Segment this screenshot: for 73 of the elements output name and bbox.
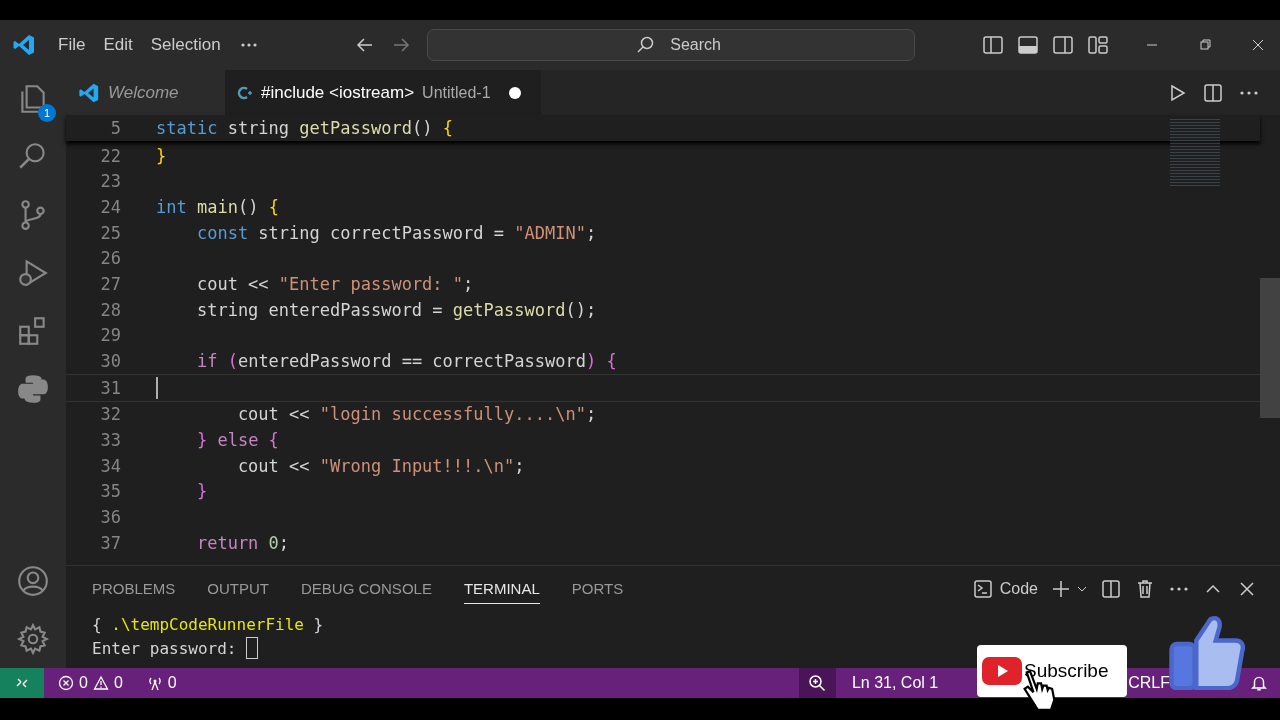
panel-tab[interactable]: OUTPUT [207,574,270,604]
play-logo-icon [982,657,1022,685]
unsaved-dot [508,86,521,99]
text-cursor [156,376,158,399]
subscribe-badge: Subscribe [977,645,1127,697]
error-icon [58,675,74,691]
editor-tab[interactable]: #include <iostream> Untitled-1 [225,70,541,115]
code-line: static string getPassword() { [156,117,453,138]
app-logo-icon [78,81,100,104]
line-number: 5 [109,117,121,138]
line-number: 22 [99,145,121,166]
line-number: 34 [99,455,121,476]
settings-icon[interactable] [16,622,50,656]
code-line: } else { [195,430,279,451]
cursor-position[interactable]: Ln 31, Col 1 [851,674,939,692]
line-number: 31 [99,377,121,398]
zoom-in-icon [808,674,827,692]
split-editor-icon[interactable] [1202,81,1224,104]
python-icon[interactable] [16,372,50,406]
code-line: int main() { [156,196,279,217]
code-line: return 0; [195,532,290,553]
terminal-icon [971,578,994,600]
terminal-line: Enter password: [92,638,238,658]
line-number: 25 [99,222,121,243]
line-number: 29 [99,325,121,346]
panel-toggle-icon[interactable] [1017,34,1039,56]
terminal-name[interactable]: Code [999,580,1038,598]
menu-item[interactable]: Selection [150,35,221,55]
layout-icon[interactable] [1087,34,1109,56]
ports-button[interactable]: 0 [146,674,177,692]
split-terminal-icon[interactable] [1100,578,1122,600]
line-number: 35 [99,481,121,502]
panel-tab[interactable]: PORTS [571,574,624,604]
line-number: 23 [99,171,121,192]
line-number: 30 [99,351,121,372]
code-line: } [195,481,208,502]
line-number: 26 [99,248,121,269]
bell-icon[interactable] [1250,674,1268,692]
panel-tab[interactable]: DEBUG CONSOLE [301,574,432,604]
editor-tab[interactable]: Welcome [66,70,225,115]
app-logo-icon [12,33,36,57]
code-line: cout << "Enter password: "; [195,273,474,294]
plus-icon[interactable] [1050,578,1072,600]
problems-button[interactable]: 0 0 [58,674,123,692]
notification-badge: 1 [38,104,56,122]
line-number: 27 [99,273,121,294]
code-line: } [156,145,167,166]
code-line: cout << "login successfully....\n"; [236,404,597,425]
line-number: 33 [99,430,121,451]
cpp-file-icon [237,84,253,101]
search-field[interactable]: Search [426,29,915,61]
panel-tab[interactable]: PROBLEMS [92,574,176,604]
line-number: 32 [99,404,121,425]
secondary-sidebar-icon[interactable] [1052,34,1074,56]
terminal-line: { .\tempCodeRunnerFile } [92,614,324,634]
code-line: cout << "Wrong Input!!!.\n"; [236,455,525,476]
code-line: if (enteredPassword == correctPassword) { [195,351,617,372]
line-number: 37 [99,532,121,553]
panel-tab[interactable]: TERMINAL [463,574,540,604]
line-number: 36 [99,507,121,528]
line-number: 28 [99,299,121,320]
sidebar-toggle-icon[interactable] [982,34,1004,56]
scrollbar-thumb[interactable] [1260,278,1280,418]
menu-item[interactable]: Edit [103,35,133,55]
line-number: 24 [99,196,121,217]
zoom-button[interactable] [798,668,836,698]
menu-item[interactable]: File [58,35,86,55]
warning-icon [92,675,109,691]
account-icon[interactable] [16,564,50,598]
code-line: const string correctPassword = "ADMIN"; [195,222,597,243]
code-line: string enteredPassword = getPassword(); [195,299,597,320]
line-ending[interactable]: CRLF [1128,674,1170,692]
broadcast-icon [146,675,163,691]
